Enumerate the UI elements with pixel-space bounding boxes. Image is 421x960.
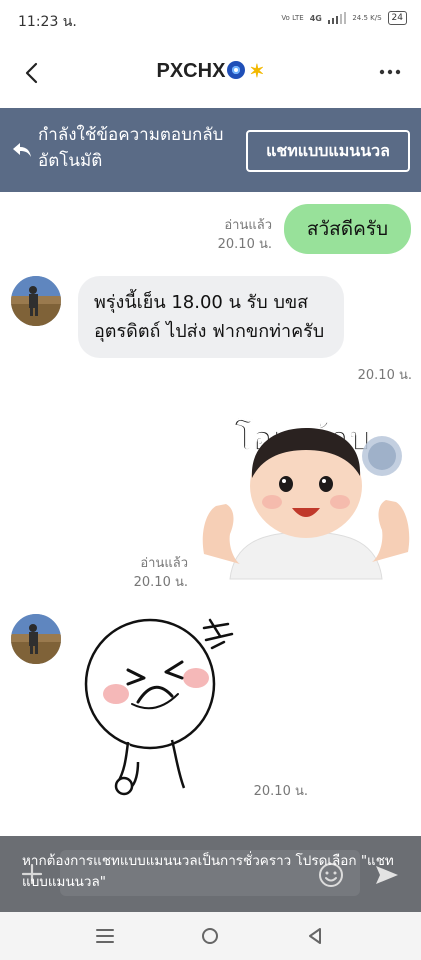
avatar-image	[11, 614, 61, 664]
more-dots-icon[interactable]	[377, 62, 403, 82]
laughing-sticker[interactable]	[78, 612, 248, 802]
dizzy-star-icon: ✶	[249, 61, 265, 81]
chat-title: PXCHX ✶	[0, 60, 421, 83]
message-time: 20.10 น.	[357, 368, 412, 383]
chat-area[interactable]: อ่านแล้ว 20.10 น. สวัสดีครับ พรุ่งนี้เย็…	[0, 192, 421, 836]
message-time: 20.10 น.	[133, 575, 188, 590]
manual-chat-button[interactable]: แชทแบบแมนนวล	[246, 130, 410, 172]
home-icon[interactable]	[201, 927, 219, 945]
message-meta: อ่านแล้ว 20.10 น.	[112, 554, 188, 592]
read-receipt: อ่านแล้ว	[224, 218, 272, 233]
baby-sticker[interactable]: โอเคค้าบ	[200, 404, 412, 594]
status-time: 11:23 น.	[18, 14, 77, 30]
contact-name: PXCHX	[156, 60, 226, 82]
volte-indicator: Vo LTE	[281, 14, 304, 22]
manual-chat-notice: หากต้องการแชทแบบแมนนวลเป็นการชั่วคราว โป…	[0, 836, 421, 912]
recent-apps-icon[interactable]	[95, 928, 115, 944]
outgoing-message[interactable]: สวัสดีครับ	[284, 204, 411, 254]
incoming-message[interactable]: พรุ่งนี้เย็น 18.00 น รับ บขส อุตรดิตถ์ ไ…	[78, 276, 344, 358]
signal-icon	[327, 12, 347, 24]
network-speed: 24.5 K/S	[352, 14, 382, 22]
message-meta: อ่านแล้ว 20.10 น.	[196, 216, 272, 254]
manual-chat-notice-text: หากต้องการแชทแบบแมนนวลเป็นการชั่วคราว โป…	[22, 853, 394, 890]
auto-reply-text: กำลังใช้ข้อความตอบกลับอัตโนมัติ	[38, 125, 224, 171]
status-indicators: Vo LTE 4G 24.5 K/S 24	[281, 11, 407, 25]
message-time: 20.10 น.	[253, 784, 308, 799]
battery-icon: 24	[387, 11, 407, 25]
nazar-eye-icon	[227, 61, 246, 79]
system-nav-bar	[0, 912, 421, 960]
status-bar: 11:23 น. Vo LTE 4G 24.5 K/S 24	[0, 0, 421, 40]
read-receipt: อ่านแล้ว	[140, 556, 188, 571]
chat-header: PXCHX ✶	[0, 40, 421, 108]
network-indicator: 4G	[309, 13, 322, 23]
avatar[interactable]	[11, 614, 61, 664]
avatar[interactable]	[11, 276, 61, 326]
reply-icon	[13, 143, 31, 157]
back-triangle-icon[interactable]	[306, 927, 324, 945]
avatar-image	[11, 276, 61, 326]
message-time: 20.10 น.	[217, 237, 272, 252]
